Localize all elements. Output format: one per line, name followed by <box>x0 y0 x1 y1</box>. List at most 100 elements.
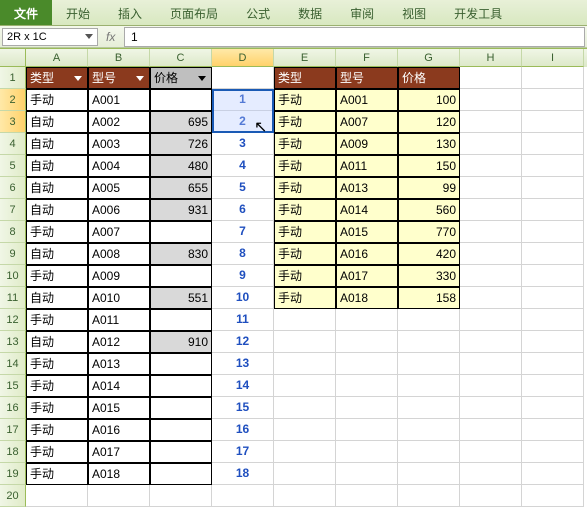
data-cell[interactable]: 手动 <box>26 353 88 375</box>
empty-cell[interactable] <box>522 353 584 375</box>
empty-cell[interactable] <box>336 463 398 485</box>
data-cell-e[interactable]: 120 <box>398 111 460 133</box>
empty-cell[interactable] <box>522 243 584 265</box>
empty-cell[interactable] <box>460 287 522 309</box>
ribbon-tab-1[interactable]: 开始 <box>52 0 104 25</box>
header-cell[interactable]: 价格 <box>150 67 212 89</box>
data-cell-e[interactable]: 99 <box>398 177 460 199</box>
data-cell[interactable]: 931 <box>150 199 212 221</box>
data-cell[interactable] <box>150 309 212 331</box>
data-cell-e[interactable]: A013 <box>336 177 398 199</box>
data-cell[interactable]: A018 <box>88 463 150 485</box>
formula-bar[interactable]: 1 <box>124 27 585 47</box>
data-cell[interactable]: 手动 <box>26 221 88 243</box>
data-cell-e[interactable]: 420 <box>398 243 460 265</box>
empty-cell[interactable] <box>460 309 522 331</box>
filter-icon[interactable] <box>74 76 82 81</box>
data-cell[interactable]: 手动 <box>26 397 88 419</box>
data-cell-e[interactable]: 560 <box>398 199 460 221</box>
data-cell[interactable]: A004 <box>88 155 150 177</box>
empty-cell[interactable] <box>460 155 522 177</box>
row-header-13[interactable]: 13 <box>0 331 26 353</box>
empty-cell[interactable] <box>522 155 584 177</box>
data-cell-e[interactable]: 手动 <box>274 199 336 221</box>
data-cell[interactable]: 自动 <box>26 111 88 133</box>
empty-cell[interactable] <box>460 463 522 485</box>
data-cell[interactable]: A003 <box>88 133 150 155</box>
data-cell[interactable] <box>150 463 212 485</box>
seq-cell[interactable]: 12 <box>212 331 274 353</box>
seq-cell[interactable]: 11 <box>212 309 274 331</box>
empty-cell[interactable] <box>522 485 584 507</box>
data-cell[interactable] <box>150 353 212 375</box>
row-header-4[interactable]: 4 <box>0 133 26 155</box>
empty-cell[interactable] <box>460 485 522 507</box>
empty-cell[interactable] <box>336 397 398 419</box>
ribbon-tab-5[interactable]: 数据 <box>284 0 336 25</box>
row-header-1[interactable]: 1 <box>0 67 26 89</box>
row-header-5[interactable]: 5 <box>0 155 26 177</box>
empty-cell[interactable] <box>460 397 522 419</box>
filter-icon[interactable] <box>136 76 144 81</box>
empty-cell[interactable] <box>274 419 336 441</box>
empty-cell[interactable] <box>88 485 150 507</box>
row-header-16[interactable]: 16 <box>0 397 26 419</box>
empty-cell[interactable] <box>522 463 584 485</box>
seq-cell[interactable]: 18 <box>212 463 274 485</box>
seq-cell[interactable]: 16 <box>212 419 274 441</box>
data-cell[interactable]: 830 <box>150 243 212 265</box>
data-cell[interactable] <box>150 89 212 111</box>
header-cell[interactable]: 型号 <box>88 67 150 89</box>
seq-cell[interactable]: 2 <box>212 111 274 133</box>
data-cell[interactable]: 551 <box>150 287 212 309</box>
data-cell[interactable]: A010 <box>88 287 150 309</box>
row-header-19[interactable]: 19 <box>0 463 26 485</box>
row-header-15[interactable]: 15 <box>0 375 26 397</box>
cells-area[interactable]: ↖ 类型型号价格类型型号价格手动A0011手动A001100自动A0026952… <box>26 67 587 507</box>
empty-cell[interactable] <box>212 67 274 89</box>
data-cell-e[interactable]: A018 <box>336 287 398 309</box>
empty-cell[interactable] <box>274 441 336 463</box>
row-header-9[interactable]: 9 <box>0 243 26 265</box>
row-header-10[interactable]: 10 <box>0 265 26 287</box>
data-cell[interactable]: 手动 <box>26 419 88 441</box>
data-cell[interactable]: A005 <box>88 177 150 199</box>
row-header-18[interactable]: 18 <box>0 441 26 463</box>
data-cell-e[interactable]: 158 <box>398 287 460 309</box>
data-cell-e[interactable]: 手动 <box>274 243 336 265</box>
empty-cell[interactable] <box>522 221 584 243</box>
data-cell[interactable]: 655 <box>150 177 212 199</box>
data-cell[interactable]: A006 <box>88 199 150 221</box>
data-cell-e[interactable]: A015 <box>336 221 398 243</box>
ribbon-tab-7[interactable]: 视图 <box>388 0 440 25</box>
data-cell[interactable]: A007 <box>88 221 150 243</box>
data-cell-e[interactable]: 手动 <box>274 177 336 199</box>
empty-cell[interactable] <box>522 199 584 221</box>
data-cell[interactable]: 726 <box>150 133 212 155</box>
row-header-14[interactable]: 14 <box>0 353 26 375</box>
empty-cell[interactable] <box>522 111 584 133</box>
data-cell[interactable] <box>150 419 212 441</box>
data-cell-e[interactable]: 手动 <box>274 89 336 111</box>
seq-cell[interactable]: 3 <box>212 133 274 155</box>
seq-cell[interactable]: 8 <box>212 243 274 265</box>
empty-cell[interactable] <box>274 353 336 375</box>
empty-cell[interactable] <box>274 331 336 353</box>
empty-cell[interactable] <box>522 265 584 287</box>
empty-cell[interactable] <box>460 353 522 375</box>
seq-cell[interactable]: 14 <box>212 375 274 397</box>
data-cell[interactable]: 手动 <box>26 463 88 485</box>
row-header-7[interactable]: 7 <box>0 199 26 221</box>
empty-cell[interactable] <box>398 353 460 375</box>
data-cell-e[interactable]: 100 <box>398 89 460 111</box>
header-cell-e[interactable]: 型号 <box>336 67 398 89</box>
data-cell-e[interactable]: A001 <box>336 89 398 111</box>
data-cell[interactable]: A017 <box>88 441 150 463</box>
empty-cell[interactable] <box>460 375 522 397</box>
data-cell[interactable]: 自动 <box>26 331 88 353</box>
data-cell[interactable]: 手动 <box>26 309 88 331</box>
row-header-12[interactable]: 12 <box>0 309 26 331</box>
data-cell[interactable]: 手动 <box>26 441 88 463</box>
empty-cell[interactable] <box>522 375 584 397</box>
empty-cell[interactable] <box>460 265 522 287</box>
